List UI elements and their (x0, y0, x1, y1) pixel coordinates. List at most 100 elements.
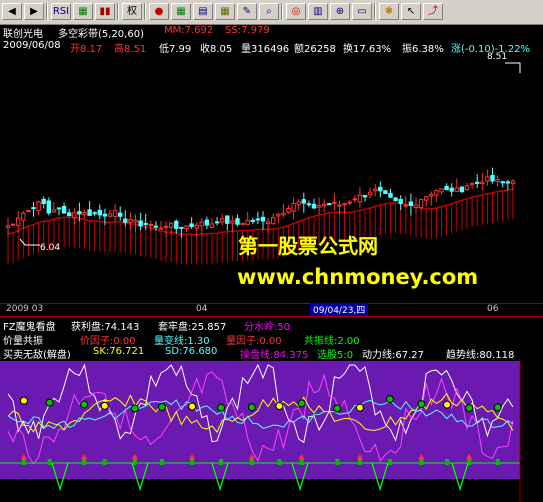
signal-dot (130, 404, 139, 413)
window-icon[interactable]: ▭ (352, 3, 372, 20)
candle-body (480, 181, 485, 185)
candle-body (429, 193, 434, 197)
refresh-icon[interactable]: ✱ (379, 3, 399, 20)
signal-marker (419, 459, 424, 465)
signal-dot (80, 400, 89, 409)
forward-icon[interactable]: ▶ (24, 3, 44, 20)
panel1-profit: 获利盘:74.143 (71, 322, 140, 333)
signal-marker (387, 459, 392, 465)
low-price-mark: 6.04 (40, 243, 61, 253)
signal-dot (355, 403, 364, 412)
candle-body (306, 203, 312, 206)
candle-body (347, 201, 352, 204)
candle-body (123, 218, 128, 223)
grid-icon[interactable]: ▦ (171, 3, 191, 20)
target-icon[interactable]: ◎ (286, 3, 306, 20)
axis-divider (0, 303, 543, 304)
candle-body (184, 225, 189, 229)
signal-marker (299, 459, 304, 465)
candle-body (148, 223, 154, 226)
back-icon[interactable]: ◀ (2, 3, 22, 20)
rights-button[interactable]: 权 (122, 3, 142, 20)
panel1-watershed: 分水岭:50 (244, 322, 291, 333)
signal-dot (297, 399, 306, 408)
candle-body (413, 204, 419, 209)
signal-dot (333, 404, 342, 413)
zoom-icon[interactable]: ⊕ (330, 3, 350, 20)
candle-body (179, 226, 184, 229)
signal-dot (247, 403, 256, 412)
record-icon[interactable]: ● (149, 3, 169, 20)
signal-dot (465, 403, 474, 412)
candle-body (373, 188, 378, 192)
candle-body (92, 212, 97, 215)
panel1-trapped: 套牢盘:25.857 (158, 322, 227, 333)
candle-body (281, 212, 286, 216)
candle-body (61, 205, 67, 214)
table-icon[interactable]: ▦ (215, 3, 235, 20)
panel2-sd: SD:76.680 (165, 346, 218, 357)
candle-body (51, 209, 57, 213)
toolbar-separator (281, 3, 283, 20)
candle-body (495, 179, 500, 183)
candle-body (112, 210, 118, 217)
candle-body (367, 191, 373, 196)
layout-icon[interactable]: ▤ (193, 3, 213, 20)
mm-value: MM:7.692 (164, 25, 214, 36)
candle-body (158, 227, 164, 230)
signal-marker (47, 459, 52, 465)
candle-body (510, 180, 516, 185)
candle-body (469, 182, 475, 186)
candle-body (393, 197, 398, 202)
toolbar-separator (117, 3, 119, 20)
candle-body (439, 188, 444, 193)
candle-body (102, 213, 108, 217)
candle-body (388, 192, 393, 198)
candle-body (214, 221, 220, 224)
candle-body (286, 208, 291, 213)
bars-icon[interactable]: ▮▮ (95, 3, 115, 20)
panel1-resonance: 共振线:2.00 (304, 336, 360, 347)
candle-body (316, 205, 322, 208)
candle-body (169, 222, 174, 228)
indicator-icon[interactable]: ▦ (73, 3, 93, 20)
signal-marker (21, 459, 26, 465)
exit-icon[interactable]: ⤴ (423, 3, 443, 20)
candle-body (72, 212, 77, 218)
panel1-vol-factor: 量因子:0.00 (226, 336, 282, 347)
signal-marker (219, 459, 224, 465)
indicator-chart[interactable] (0, 359, 543, 502)
pen-icon[interactable]: ✎ (237, 3, 257, 20)
lock-icon[interactable]: ▥ (308, 3, 328, 20)
candle-body (408, 201, 414, 206)
candle-body (260, 216, 266, 222)
rsi-button[interactable]: RSI (51, 3, 71, 20)
panel1-name: FZ魔鬼看盘 (3, 322, 56, 333)
candle-body (352, 198, 358, 201)
candle-body (301, 199, 307, 204)
panel1-vol-line: 量变线:1.30 (154, 336, 210, 347)
candle-body (490, 174, 495, 182)
candle-body (403, 204, 409, 207)
candle-body (362, 195, 368, 198)
candle-body (128, 219, 133, 223)
candle-body (204, 219, 210, 226)
find-icon[interactable]: ⌕ (259, 3, 279, 20)
candle-body (418, 198, 424, 209)
watermark-title: 第一股票公式网 (238, 234, 378, 258)
signal-dot (385, 395, 394, 404)
candle-body (383, 190, 388, 195)
signal-dot (100, 401, 109, 410)
candle-body (46, 200, 51, 214)
axis-divider (0, 316, 543, 317)
signal-marker (357, 459, 362, 465)
candle-body (311, 203, 317, 209)
toolbar-separator (374, 3, 376, 20)
signal-marker (495, 459, 500, 465)
candle-body (322, 203, 327, 207)
cursor-icon[interactable]: ↖ (401, 3, 421, 20)
candle-body (138, 220, 143, 227)
candle-body (424, 196, 429, 201)
candle-body (67, 212, 72, 217)
signal-dot (19, 396, 28, 405)
